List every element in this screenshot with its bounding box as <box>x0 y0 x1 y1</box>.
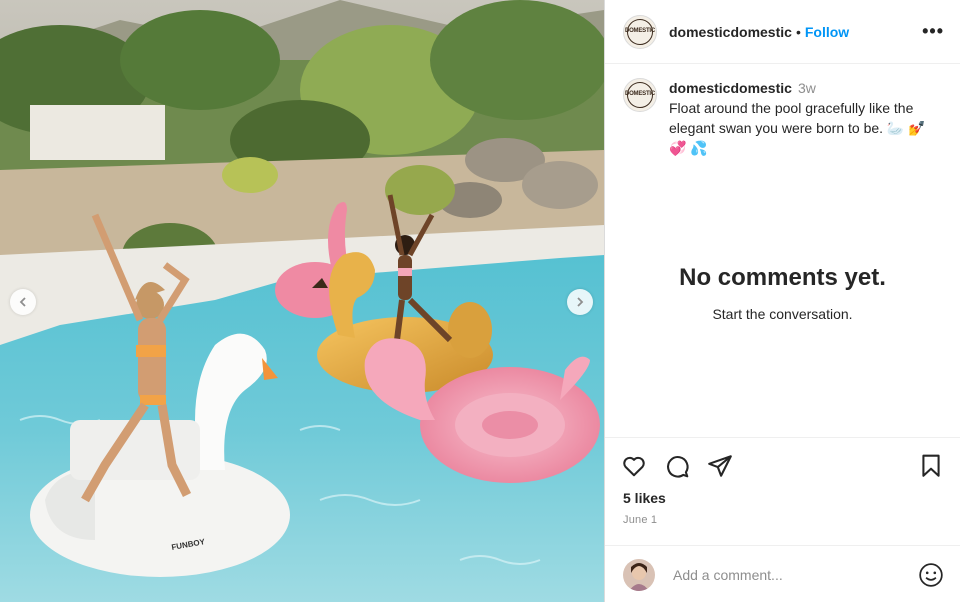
empty-comments-subtitle: Start the conversation. <box>712 306 853 322</box>
post-header: DOMESTIC domesticdomestic • Follow ••• <box>605 0 960 64</box>
post-date: June 1 <box>623 514 658 526</box>
more-options-icon[interactable]: ••• <box>922 21 944 42</box>
emoji-icon[interactable] <box>918 562 944 588</box>
heart-icon[interactable] <box>621 453 647 479</box>
pool-scene-illustration: FUNBOY <box>0 0 604 602</box>
caption-text: Float around the pool gracefully like th… <box>669 100 926 136</box>
comment-icon[interactable] <box>664 453 690 479</box>
avatar-logo-text: DOMESTIC <box>624 91 656 97</box>
chevron-left-icon <box>19 297 26 307</box>
post-side-panel: DOMESTIC domesticdomestic • Follow ••• D… <box>604 0 960 602</box>
author-avatar[interactable]: DOMESTIC <box>623 14 657 49</box>
caption-username[interactable]: domesticdomestic <box>669 80 792 96</box>
caption-text-line2: 💞 💦 <box>669 140 708 156</box>
user-photo <box>623 558 655 591</box>
author-username[interactable]: domesticdomestic <box>669 24 792 40</box>
instagram-post: FUNBOY DOMESTIC domesticdomestic • Follo… <box>0 0 960 602</box>
share-icon[interactable] <box>707 453 733 479</box>
follow-button[interactable]: Follow <box>805 24 849 40</box>
action-bar <box>605 438 960 480</box>
caption-avatar[interactable]: DOMESTIC <box>623 78 657 112</box>
post-photo[interactable]: FUNBOY <box>0 0 604 602</box>
caption-body: domesticdomestic 3w Float around the pool… <box>669 78 941 158</box>
bookmark-icon[interactable] <box>918 453 944 479</box>
comment-input[interactable] <box>671 565 895 584</box>
chevron-right-icon <box>577 297 584 307</box>
caption: DOMESTIC domesticdomestic 3w Float around… <box>605 64 960 158</box>
previous-image-button[interactable] <box>10 289 36 315</box>
caption-time: 3w <box>797 80 816 96</box>
empty-comments-title: No comments yet. <box>679 264 886 291</box>
avatar-logo-text: DOMESTIC <box>624 27 656 34</box>
empty-comments: No comments yet. Start the conversation. <box>605 264 960 322</box>
current-user-avatar <box>623 558 655 591</box>
separator-dot: • <box>795 23 801 40</box>
next-image-button[interactable] <box>567 289 593 315</box>
likes-count[interactable]: 5 likes <box>605 480 960 506</box>
actions-section: 5 likes June 1 <box>605 437 960 526</box>
comment-composer <box>605 545 960 603</box>
